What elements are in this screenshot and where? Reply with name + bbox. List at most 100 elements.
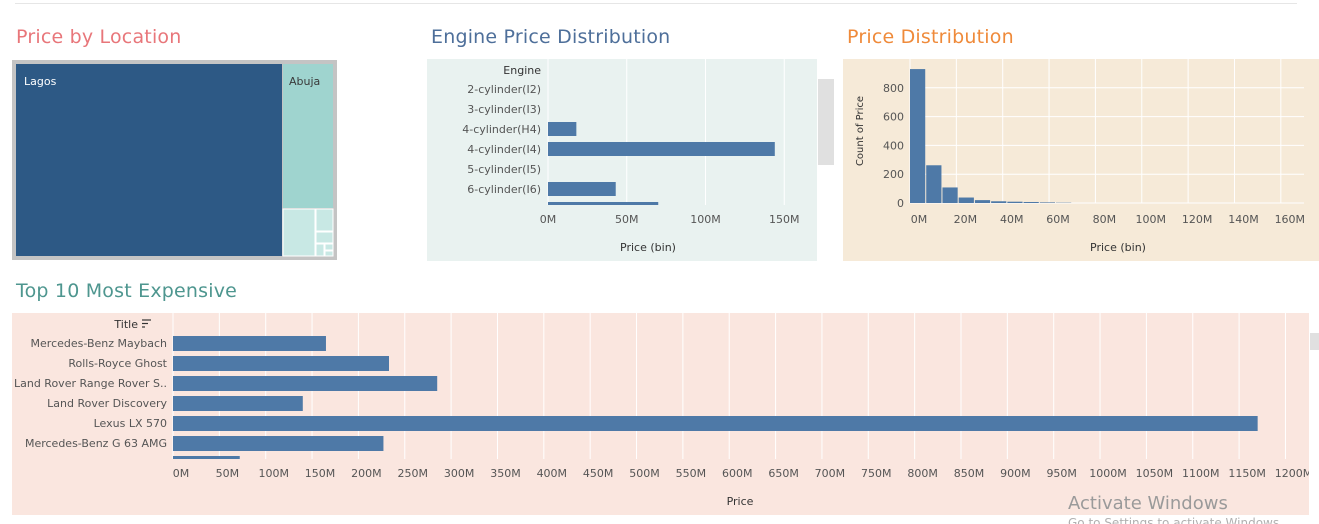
top10-x-tick-label: 200M: [351, 467, 382, 480]
top10-x-tick-label: 350M: [490, 467, 521, 480]
price-y-tick-label: 400: [883, 139, 904, 152]
activate-windows-watermark: Activate Windows: [1068, 493, 1228, 514]
treemap-tile-other[interactable]: [315, 231, 334, 244]
top10-x-tick-label: 500M: [629, 467, 660, 480]
treemap-tile-other[interactable]: [324, 250, 334, 257]
top10-category-label: Mercedes-Benz G 63 AMG: [25, 437, 167, 450]
engine-bar-partial[interactable]: [548, 202, 659, 205]
price-x-tick-label: 60M: [1046, 213, 1070, 226]
engine-x-tick-label: 50M: [615, 213, 639, 226]
treemap-label-lagos: Lagos: [24, 75, 57, 88]
top10-x-tick-label: 700M: [815, 467, 846, 480]
price-x-tick-label: 120M: [1182, 213, 1213, 226]
top10-expensive-chart[interactable]: Title Mercedes-Benz Maybach Rolls-Royce Gh…: [12, 313, 1312, 515]
price-x-tick-label: 100M: [1136, 213, 1167, 226]
top-divider: [15, 3, 1297, 4]
top10-bar[interactable]: [173, 356, 390, 371]
engine-price-chart[interactable]: Engine 2-cylinder(I2) 3-cylinder(I3) 4-cyli…: [427, 59, 817, 261]
top10-bar[interactable]: [173, 436, 384, 451]
engine-price-distribution-title: Engine Price Distribution: [431, 26, 671, 48]
price-x-tick-label: 0M: [911, 213, 928, 226]
top10-chart-scrollbar[interactable]: [1310, 333, 1319, 350]
top10-x-tick-label: 400M: [537, 467, 568, 480]
top10-category-label: Land Rover Discovery: [47, 397, 167, 410]
price-x-tick-label: 80M: [1093, 213, 1117, 226]
price-x-axis-label: Price (bin): [1090, 241, 1146, 254]
treemap-tile-other[interactable]: [315, 243, 325, 257]
top10-x-tick-label: 800M: [907, 467, 938, 480]
top10-bar[interactable]: [173, 376, 438, 391]
price-x-tick-label: 40M: [1000, 213, 1024, 226]
engine-chart-scrollbar[interactable]: [818, 79, 834, 165]
treemap-tile-lagos[interactable]: [16, 64, 282, 256]
top10-x-tick-label: 150M: [305, 467, 336, 480]
top10-category-label: Mercedes-Benz Maybach: [31, 337, 167, 350]
top10-x-tick-label: 50M: [216, 467, 240, 480]
top10-x-tick-label: 600M: [722, 467, 753, 480]
price-y-axis-label: Count of Price: [855, 96, 866, 166]
engine-category-label: 4-cylinder(H4): [462, 123, 541, 136]
top10-expensive-chart-svg: Title Mercedes-Benz Maybach Rolls-Royce Gh…: [12, 313, 1312, 515]
top10-x-tick-label: 250M: [398, 467, 429, 480]
top10-x-tick-label: 550M: [676, 467, 707, 480]
engine-x-axis-label: Price (bin): [620, 241, 676, 254]
price-histogram-bar[interactable]: [1039, 202, 1056, 203]
top10-x-tick-label: 850M: [954, 467, 985, 480]
treemap-label-abuja: Abuja: [289, 75, 320, 88]
treemap-tile-other[interactable]: [282, 208, 316, 257]
location-treemap-svg: Lagos Abuja: [12, 60, 337, 260]
top10-x-tick-label: 650M: [768, 467, 799, 480]
top10-x-tick-label: 450M: [583, 467, 614, 480]
engine-category-label: 4-cylinder(I4): [467, 143, 541, 156]
engine-bar[interactable]: [548, 182, 616, 196]
top10-x-tick-label: 950M: [1046, 467, 1077, 480]
price-by-location-title: Price by Location: [16, 26, 182, 48]
price-histogram-bar[interactable]: [942, 187, 958, 203]
price-histogram-bar[interactable]: [1023, 201, 1039, 203]
top10-x-tick-label: 900M: [1000, 467, 1031, 480]
engine-bar[interactable]: [548, 122, 577, 136]
top10-bar[interactable]: [173, 396, 303, 411]
top10-x-tick-label: 0M: [173, 467, 190, 480]
top10-row-header: Title: [113, 318, 138, 331]
top10-x-tick-label: 300M: [444, 467, 475, 480]
location-treemap[interactable]: Lagos Abuja: [12, 60, 337, 260]
engine-row-header: Engine: [503, 64, 541, 77]
price-y-tick-label: 200: [883, 168, 904, 181]
engine-x-tick-label: 150M: [769, 213, 800, 226]
top10-x-tick-label: 1150M: [1228, 467, 1266, 480]
price-x-tick-label: 160M: [1275, 213, 1306, 226]
top10-bar-partial[interactable]: [173, 456, 240, 459]
top10-x-tick-label: 1200M: [1275, 467, 1309, 480]
price-histogram-bar[interactable]: [910, 69, 926, 203]
top10-x-tick-label: 100M: [258, 467, 289, 480]
top10-x-tick-label: 750M: [861, 467, 892, 480]
price-y-tick-label: 600: [883, 111, 904, 124]
price-distribution-chart[interactable]: 0 200 400 600 800 0M 20M 40M 60M 80M 100M 120M 140M 1…: [843, 59, 1319, 261]
top10-category-label: Rolls-Royce Ghost: [68, 357, 167, 370]
top10-category-label: Land Rover Range Rover S..: [14, 377, 167, 390]
price-y-tick-label: 0: [897, 197, 904, 210]
top10-x-tick-label: 1050M: [1136, 467, 1174, 480]
price-histogram-bar[interactable]: [958, 197, 974, 203]
price-histogram-bar[interactable]: [991, 201, 1007, 203]
engine-category-label: 2-cylinder(I2): [467, 83, 541, 96]
engine-bar[interactable]: [548, 142, 775, 156]
price-histogram-bar[interactable]: [974, 200, 991, 203]
price-distribution-chart-svg: 0 200 400 600 800 0M 20M 40M 60M 80M 100M 120M 140M 1…: [843, 59, 1319, 261]
engine-category-label: 6-cylinder(I6): [467, 183, 541, 196]
engine-category-label: 5-cylinder(I5): [467, 163, 541, 176]
engine-x-tick-label: 100M: [690, 213, 721, 226]
treemap-tile-other[interactable]: [324, 243, 334, 251]
top10-bar[interactable]: [173, 336, 326, 351]
top10-x-axis-label: Price: [727, 495, 754, 508]
price-histogram-bar[interactable]: [926, 165, 942, 203]
top10-x-tick-label: 1100M: [1182, 467, 1220, 480]
treemap-tile-other[interactable]: [315, 208, 334, 232]
activate-windows-subtext: Go to Settings to activate Windows.: [1068, 516, 1283, 524]
price-histogram-bar[interactable]: [1007, 201, 1023, 203]
top10-bar[interactable]: [173, 416, 1258, 431]
engine-price-chart-svg: Engine 2-cylinder(I2) 3-cylinder(I3) 4-cyli…: [427, 59, 817, 261]
top10-most-expensive-title: Top 10 Most Expensive: [16, 280, 238, 302]
price-y-tick-label: 800: [883, 82, 904, 95]
